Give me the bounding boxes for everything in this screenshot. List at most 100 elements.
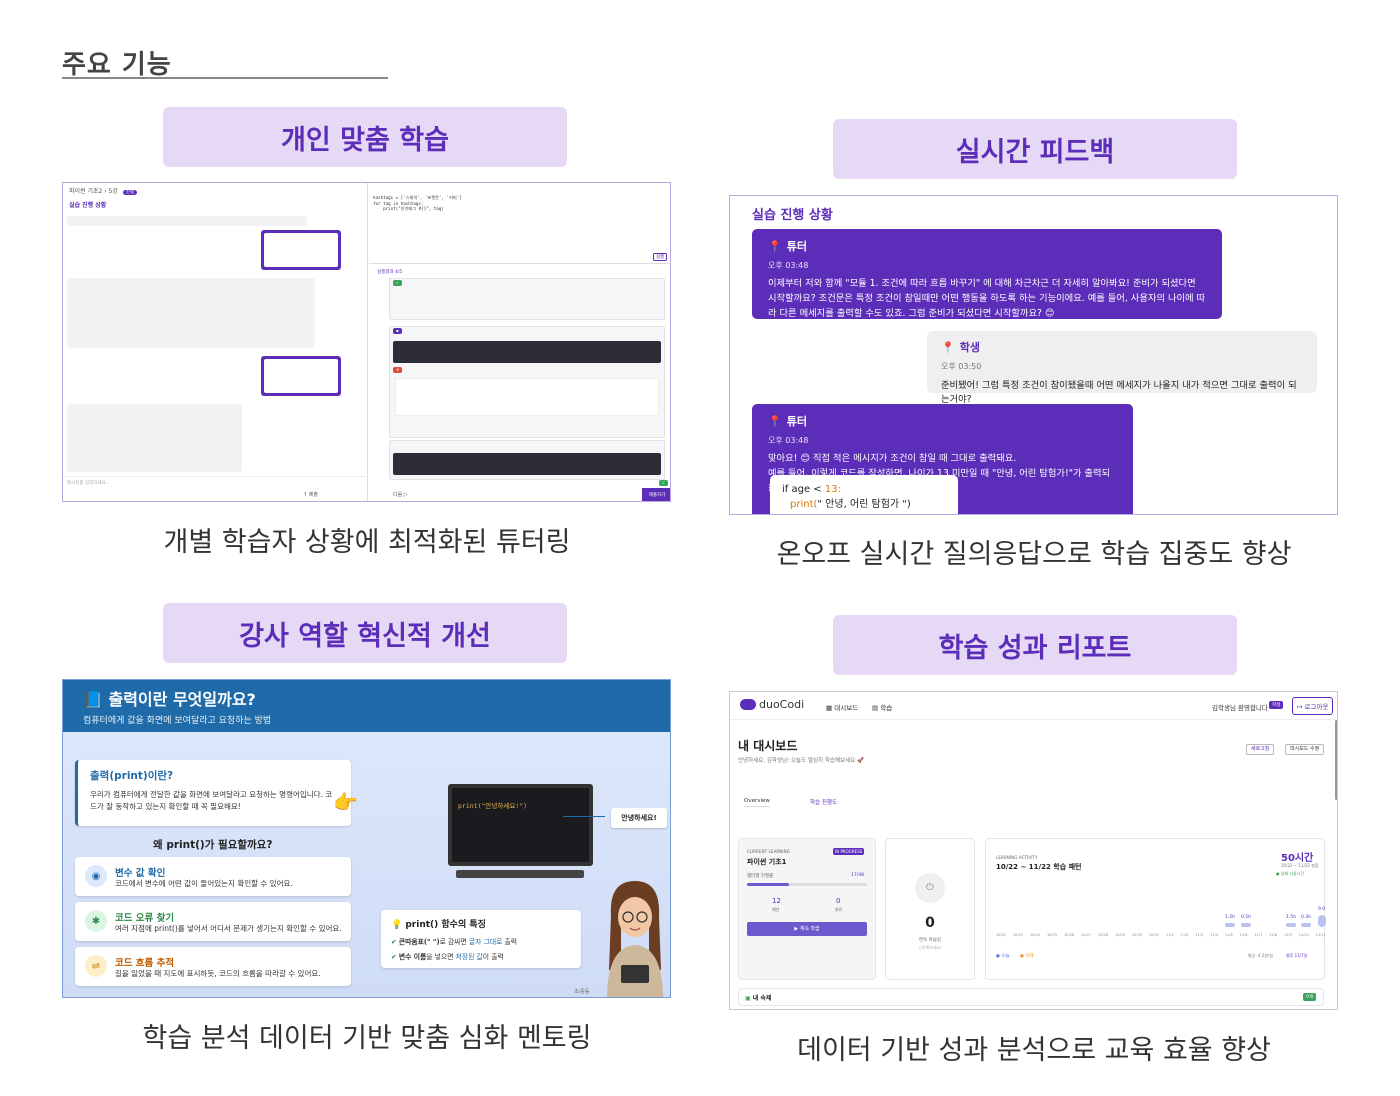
sender-name: 튜터 [786,240,807,253]
feature-key: 변수 이름 [398,953,427,961]
message-text-line1: 맞아요! 😊 직접 적은 메시지가 조건이 참일 때 그대로 출력돼요. [768,453,1017,464]
dashboard-icon: ▦ [826,704,833,712]
activity-bar [1318,915,1326,927]
page-title: 내 대시보드 [738,739,798,753]
feature-item: ✔ 변수 이름을 넣으면 저장된 값이 출력 [391,951,571,961]
date-tick: 11/7 [1254,933,1263,937]
feature-text: 이 출력 [482,953,504,961]
date-tick: 10/27 [1080,933,1092,937]
homework-badge: 0개 [1303,993,1317,1001]
location-pin-icon: 📍 [768,239,782,253]
feature-text: 로 감싸면 [439,938,469,946]
section-underline [62,77,388,79]
homework-bar[interactable]: ▣ 내 숙제 0개 [738,988,1324,1006]
code-editor[interactable]: hashtags = ['스위치', '포켓몬', '커피'] for tag … [373,195,462,212]
date-tick: 11/3 [1195,933,1204,937]
feature-title-report: 학습 성과 리포트 [833,615,1237,675]
feature-caption-realtime: 온오프 실시간 질의응답으로 학습 집중도 향상 [776,539,1292,570]
nav-label: 대시보드 [834,704,859,712]
logo-text: duoCodi [759,698,805,711]
teacher-character [601,875,667,997]
monitor-stand [456,870,584,878]
pass-tag: ✓ [659,480,669,486]
bar-label: 0.3h [1301,915,1312,920]
hours-note: ● 실제 사용시간 [1276,871,1305,876]
run-button[interactable]: 실행 [653,253,668,261]
reason-title: 코드 흐름 추적 [115,958,175,969]
message-time: 오후 03:50 [941,362,982,371]
date-tick: 10/24 [1029,933,1041,937]
feature-title-instructor: 강사 역할 혁신적 개선 [163,603,567,663]
date-tick: 11/5 [1224,933,1233,937]
feature-text: 출력 [502,938,518,946]
progress-label: 챕터별 진행률 [747,874,774,879]
activity-bar [1301,923,1311,927]
date-tick: 11/6 [1239,933,1248,937]
note-text: 향후 11/7일 [1286,953,1308,958]
cl-label: CURRENT LEARNING [747,849,790,854]
tutor-message [67,404,242,472]
lesson-slide-screenshot: 📘 출력이란 무엇일까요? 컴퓨터에게 값을 화면에 보여달라고 요청하는 방법… [62,679,671,998]
code-number: 13: [824,484,841,495]
feature-highlight: 저장된 값 [455,953,483,961]
average-text: 평균: 4.2분/일 [1248,953,1274,958]
reason-title: 코드 오류 찾기 [115,913,175,924]
la-label: LEARNING ACTIVITY [996,855,1038,860]
chat-input[interactable]: 메시지를 입력하세요... [63,476,368,490]
location-pin-icon: 📍 [768,414,782,428]
definition-text: 우리가 컴퓨터에게 전달한 값을 화면에 보여달라고 요청하는 명령어입니다. … [90,790,333,811]
scrollbar[interactable] [1335,720,1337,800]
logout-label: 로그아웃 [1304,703,1329,711]
date-tick: 10/22 [996,933,1007,937]
legend-today: ● 오늘 [996,954,1010,959]
welcome-text: 김학생님 환영합니다 [1212,704,1268,712]
streak-card: ⏻ 0 연속 학습일 시작해보세요! [885,838,975,980]
date-tick: 10/31 [1148,933,1159,937]
feature-caption-instructor: 학습 분석 데이터 기반 맞춤 심화 멘토링 [142,1023,592,1054]
logout-button[interactable]: ↦ 로그아웃 [1292,697,1334,715]
arrow-line [563,816,605,817]
date-tick: 11/10 [1298,933,1309,937]
tab-overview[interactable]: Overview [744,798,770,807]
next-button[interactable]: 다음 ▷ [393,491,408,498]
divider [369,263,670,264]
message-time: 오후 03:48 [768,436,809,445]
definition-card: 출력(print)이란? 우리가 컴퓨터에게 전달한 값을 화면에 보여달라고 … [75,760,351,826]
current-learning-card: CURRENT LEARNING IN PROGRESS 파이썬 기초1 챕터별… [738,838,876,980]
bug-icon: ✱ [85,910,107,932]
la-title: 10/22 ~ 11/22 학습 패턴 [996,863,1082,871]
continue-button[interactable]: ▶ 계속 학습 [747,922,867,936]
date-tick: 10/28 [1097,933,1108,937]
slide-subtitle: 컴퓨터에게 값을 화면에 보여달라고 요청하는 방법 [83,716,272,726]
feature-highlight: 글자 그대로 [468,938,503,946]
learning-activity-card: LEARNING ACTIVITY 10/22 ~ 11/22 학습 패턴 50… [985,838,1326,980]
date-tick: 11/8 [1269,933,1278,937]
status-badge: 진행 [122,190,138,195]
edit-dashboard-button[interactable]: 대시보드 수정 [1285,744,1325,755]
definition-title: 출력(print)이란? [90,770,174,782]
tutor-message: 📍 튜터 오후 03:48 이제부터 저와 함께 "모듈 1. 조건에 따라 흐름… [752,229,1222,319]
send-button[interactable]: ↑ 제출 [303,491,318,498]
reason-text: 여러 지점에 print()를 넣어서 어디서 문제가 생기는지 확인할 수 있… [115,924,342,933]
progress-value: 17/48 [851,873,864,878]
sender-name: 학생 [959,341,980,354]
nav-study[interactable]: ▤ 학습 [872,702,892,712]
refresh-button[interactable]: 새로고침 [1246,744,1275,755]
reason-text: 코드에서 변수에 어떤 값이 들어있는지 확인할 수 있어요. [115,879,293,888]
feature-card: 💡 print() 함수의 특징 ✔ 큰따옴표(" ")로 감싸면 글자 그대로… [381,910,581,968]
student-code-bubble [261,356,341,396]
message-text: 이제부터 저와 함께 "모듈 1. 조건에 따라 흐름 바꾸기" 에 대해 차근… [768,278,1206,319]
logo[interactable]: duoCodi [740,698,804,711]
reason-title: 변수 값 확인 [115,868,166,879]
chat-message [67,216,307,226]
page-subtitle: 안녕하세요, 김학생님! 오늘도 열심히 학습해보세요 🚀 [738,758,864,764]
reason-card: ✱ 코드 오류 찾기 여러 지점에 print()를 넣어서 어디서 문제가 생… [75,902,351,941]
nav-dashboard[interactable]: ▦ 대시보드 [826,702,858,712]
code-line-2: print(" 안녕, 어린 탐험가 ") [782,497,946,512]
bar-label: 1.5h [1286,915,1297,920]
course-breadcrumb: 파이썬 기초2 › 5강 진행 [63,183,367,198]
tab-progress[interactable]: 학습 진행도 [810,798,837,806]
slide-header: 📘 출력이란 무엇일까요? 컴퓨터에게 값을 화면에 보여달라고 요청하는 방법 [63,680,670,732]
feature-caption-personalized: 개별 학습자 상황에 최적화된 튜터링 [163,527,571,558]
submit-button[interactable]: 제출하기 [642,488,670,501]
